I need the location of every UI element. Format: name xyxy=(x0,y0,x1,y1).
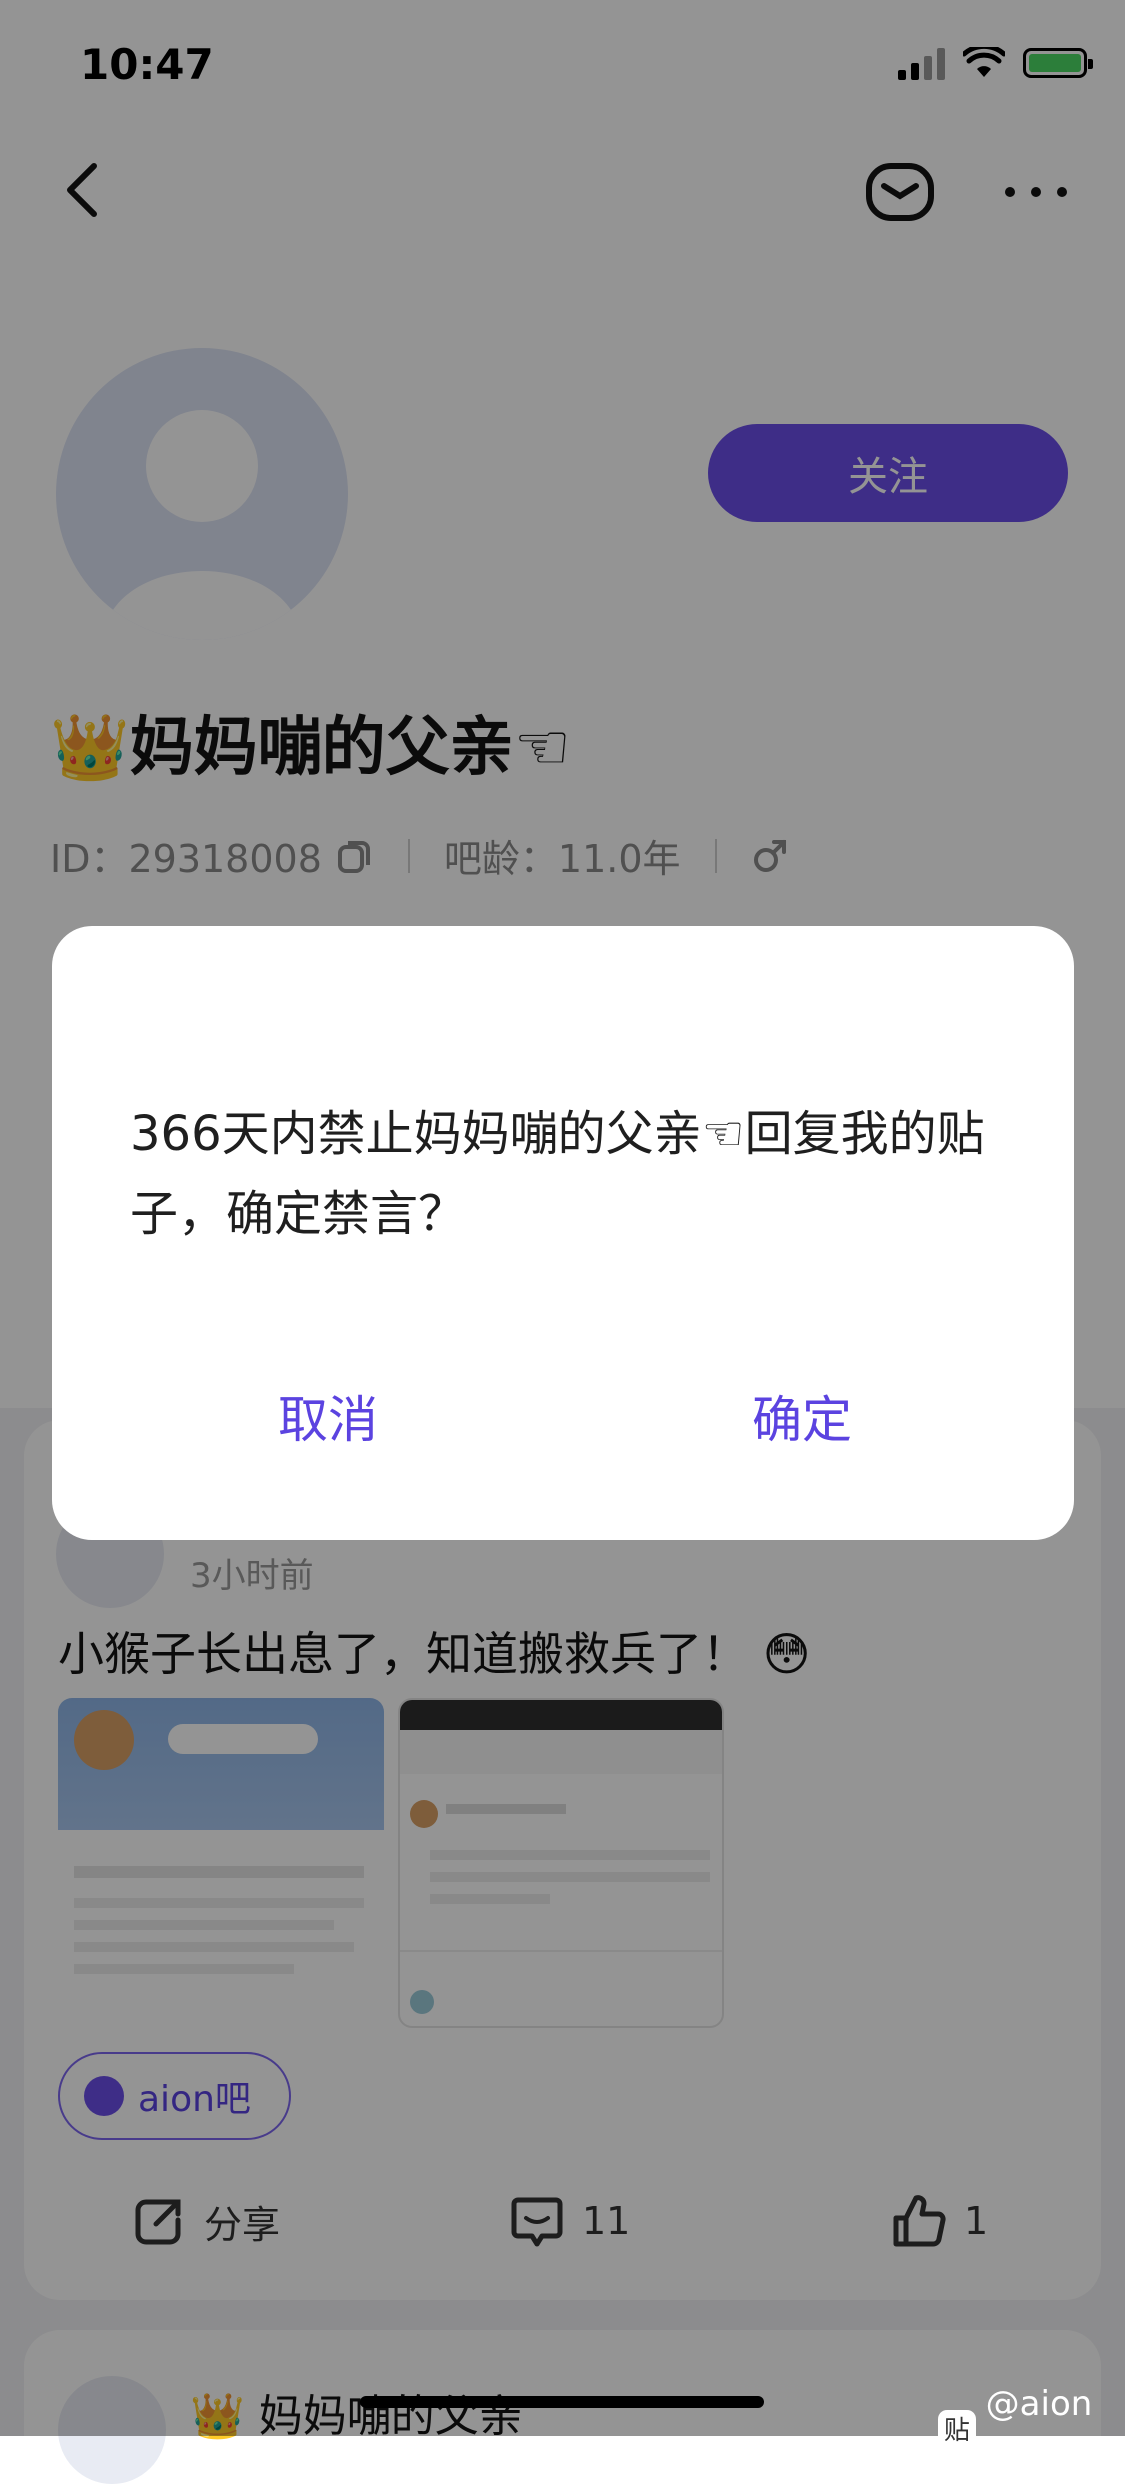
cancel-button[interactable]: 取消 xyxy=(278,1380,378,1452)
watermark: 贴 @aion吧 xyxy=(938,2384,1125,2473)
home-indicator[interactable] xyxy=(360,2396,764,2408)
confirm-button[interactable]: 确定 xyxy=(752,1380,852,1452)
dialog-message: 366天内禁止妈妈嘣的父亲☜回复我的贴子，确定禁言？ xyxy=(130,1106,985,1242)
tieba-logo-icon: 贴 xyxy=(938,2409,976,2448)
watermark-text: @aion吧 xyxy=(985,2384,1093,2472)
